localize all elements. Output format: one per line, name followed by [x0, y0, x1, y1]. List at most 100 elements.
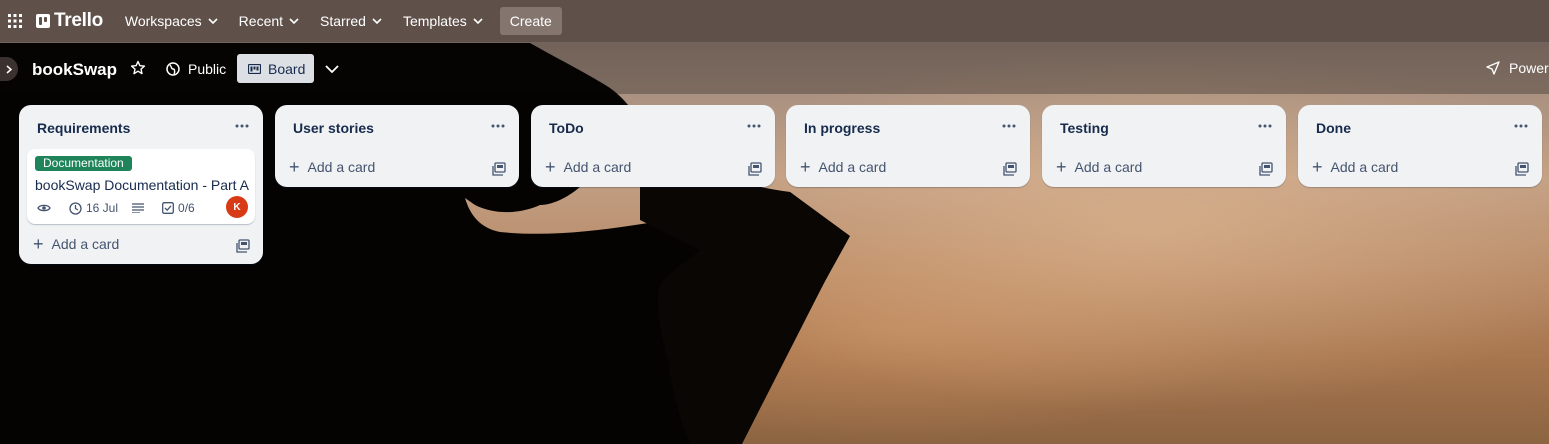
list-done: Done + Add a card [1298, 105, 1542, 187]
plus-icon: + [1312, 157, 1323, 177]
globe-icon [166, 62, 180, 76]
logo-text: Trello [54, 10, 103, 31]
nav-label: Recent [238, 13, 284, 29]
plus-icon: + [800, 157, 811, 177]
more-icon [491, 124, 505, 128]
visibility-button[interactable]: Public [166, 54, 226, 84]
board-header: bookSwap Public Board Power- [0, 43, 1549, 94]
card-template-icon[interactable] [492, 162, 506, 176]
star-icon[interactable] [130, 60, 146, 76]
add-card-label: Add a card [1074, 159, 1143, 175]
watch-badge [37, 203, 55, 213]
nav-workspaces[interactable]: Workspaces [115, 6, 228, 36]
add-card-label: Add a card [818, 159, 887, 175]
due-date-badge[interactable]: 16 Jul [69, 201, 118, 215]
app-header: Trello Workspaces Recent Starred Templat… [0, 0, 1549, 43]
trello-logo[interactable]: Trello [36, 10, 103, 32]
list-menu-button[interactable] [231, 117, 253, 135]
card-badges: 16 Jul 0/6 [37, 200, 209, 216]
list-header: Requirements [19, 105, 263, 149]
list-title[interactable]: Done [1316, 120, 1351, 136]
checklist-icon [162, 202, 174, 214]
list-in-progress: In progress + Add a card [786, 105, 1030, 187]
add-card-button[interactable]: + Add a card [1056, 157, 1143, 177]
member-avatar[interactable]: K [226, 196, 248, 218]
add-card-label: Add a card [563, 159, 632, 175]
chevron-right-icon [6, 64, 12, 74]
board-view-button[interactable]: Board [237, 54, 314, 83]
list-menu-button[interactable] [487, 117, 509, 135]
list-requirements: Requirements Documentation bookSwap Docu… [19, 105, 263, 264]
list-header: Testing [1042, 105, 1286, 149]
list-title[interactable]: ToDo [549, 120, 584, 136]
description-icon [132, 203, 145, 213]
list-header: ToDo [531, 105, 775, 149]
add-card-row: + Add a card [275, 149, 519, 187]
list-title[interactable]: User stories [293, 120, 374, 136]
more-icon [747, 124, 761, 128]
card-title: bookSwap Documentation - Part A [35, 177, 250, 193]
apps-grid-icon [8, 14, 22, 28]
checklist-count: 0/6 [178, 201, 195, 215]
plus-icon: + [1056, 157, 1067, 177]
nav-templates[interactable]: Templates [393, 6, 493, 36]
plus-icon: + [545, 157, 556, 177]
card[interactable]: Documentation bookSwap Documentation - P… [27, 149, 255, 224]
add-card-button[interactable]: + Add a card [1312, 157, 1399, 177]
add-card-row: + Add a card [531, 149, 775, 187]
add-card-button[interactable]: + Add a card [800, 157, 887, 177]
card-template-icon[interactable] [748, 162, 762, 176]
powerups-button[interactable]: Power- [1486, 60, 1549, 76]
add-card-row: + Add a card [1298, 149, 1542, 187]
more-icon [1514, 124, 1528, 128]
eye-icon [37, 204, 51, 212]
add-card-label: Add a card [1330, 159, 1399, 175]
views-dropdown-button[interactable] [322, 59, 342, 79]
create-button[interactable]: Create [499, 7, 562, 35]
card-label[interactable]: Documentation [35, 156, 132, 171]
checklist-badge: 0/6 [162, 201, 195, 215]
board-view-icon [248, 63, 261, 74]
add-card-label: Add a card [307, 159, 376, 175]
board-view-label: Board [268, 60, 306, 77]
add-card-label: Add a card [51, 236, 120, 252]
sidebar-expand-button[interactable] [0, 57, 18, 81]
card-template-icon[interactable] [1515, 162, 1529, 176]
list-menu-button[interactable] [1510, 117, 1532, 135]
visibility-label: Public [188, 61, 227, 77]
list-user-stories: User stories + Add a card [275, 105, 519, 187]
chevron-down-icon [208, 18, 218, 24]
add-card-row: + Add a card [19, 226, 263, 264]
board-title[interactable]: bookSwap [32, 60, 117, 80]
add-card-button[interactable]: + Add a card [289, 158, 376, 176]
list-title[interactable]: Testing [1060, 120, 1109, 136]
list-header: User stories [275, 105, 519, 149]
nav-recent[interactable]: Recent [229, 6, 309, 36]
trello-logo-icon [36, 14, 50, 28]
more-icon [1258, 124, 1272, 128]
card-template-icon[interactable] [1259, 162, 1273, 176]
list-title[interactable]: Requirements [37, 120, 130, 136]
list-menu-button[interactable] [743, 117, 765, 135]
add-card-row: + Add a card [786, 149, 1030, 187]
card-template-icon[interactable] [236, 239, 250, 253]
list-title[interactable]: In progress [804, 120, 880, 136]
nav-label: Templates [402, 13, 467, 29]
more-icon [1002, 124, 1016, 128]
add-card-button[interactable]: + Add a card [545, 157, 632, 177]
add-card-button[interactable]: + Add a card [33, 234, 120, 254]
chevron-down-icon [372, 18, 382, 24]
list-todo: ToDo + Add a card [531, 105, 775, 187]
add-card-row: + Add a card [1042, 149, 1286, 187]
chevron-down-icon [473, 18, 483, 24]
plus-icon: + [33, 234, 44, 254]
nav-starred[interactable]: Starred [310, 6, 392, 36]
more-icon [235, 124, 249, 128]
list-header: In progress [786, 105, 1030, 149]
nav-label: Workspaces [124, 13, 202, 29]
apps-switcher-button[interactable] [0, 6, 30, 36]
list-testing: Testing + Add a card [1042, 105, 1286, 187]
list-menu-button[interactable] [998, 117, 1020, 135]
card-template-icon[interactable] [1003, 162, 1017, 176]
list-menu-button[interactable] [1254, 117, 1276, 135]
